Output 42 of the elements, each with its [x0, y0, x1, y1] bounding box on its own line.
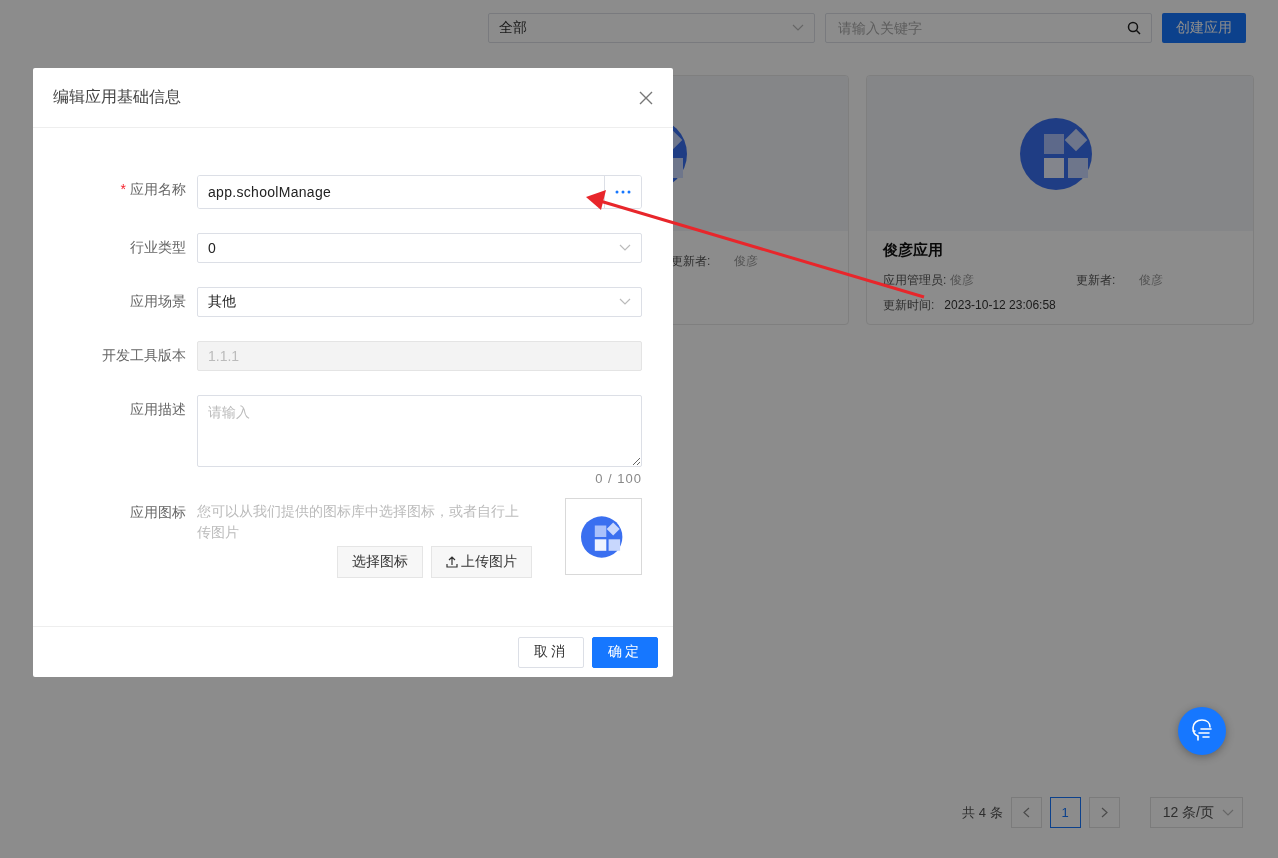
field-label: 应用图标	[130, 503, 186, 522]
field-label: 行业类型	[130, 238, 186, 257]
more-button[interactable]	[604, 176, 641, 208]
card-title: 俊彦应用	[883, 241, 944, 260]
head-icon	[1189, 718, 1215, 744]
update-time: 更新时间: 2023-10-12 23:06:58	[883, 297, 1057, 314]
choose-icon-button[interactable]: 选择图标	[337, 546, 423, 578]
confirm-button[interactable]: 确定	[592, 636, 658, 668]
field-label: 应用名称	[130, 180, 186, 199]
select-value: 全部	[499, 19, 527, 37]
required-mark: *	[120, 180, 126, 199]
updater-label: 更新者:	[671, 253, 712, 270]
select-value: 0	[208, 240, 216, 256]
select-field[interactable]: 其他	[197, 287, 642, 317]
field-label: 应用描述	[130, 400, 186, 419]
select-value: 其他	[208, 293, 236, 311]
chevron-right-icon	[1100, 807, 1108, 818]
char-counter: 0 / 100	[594, 471, 642, 486]
chevron-left-icon	[1022, 807, 1030, 818]
more-icon	[615, 190, 631, 194]
search-icon	[1127, 21, 1141, 35]
select-value: 12 条/页	[1162, 803, 1214, 822]
select-field[interactable]: 0	[197, 233, 642, 263]
field-label: 开发工具版本	[102, 346, 186, 365]
chevron-down-icon	[619, 244, 631, 252]
cancel-button[interactable]: 取消	[518, 636, 584, 668]
chevron-down-icon	[792, 24, 804, 32]
field-label: 应用场景	[130, 292, 186, 311]
description-field[interactable]: 请输入	[197, 395, 642, 467]
close-icon	[639, 90, 653, 105]
chevron-down-icon	[1222, 808, 1234, 817]
page-size-select[interactable]: 12 条/页	[1149, 797, 1243, 828]
total-count: 共 4 条	[962, 803, 1003, 822]
chevron-down-icon	[619, 298, 631, 306]
close-button[interactable]	[639, 90, 653, 105]
upload-button[interactable]: 上传图片	[431, 546, 532, 578]
dialog-title: 编辑应用基础信息	[53, 87, 181, 107]
assistant-button[interactable]	[1178, 707, 1226, 755]
filter-select[interactable]: 全部	[488, 13, 815, 43]
updater-label: 更新者:	[1076, 272, 1117, 289]
upload-icon	[446, 556, 458, 568]
field-value: 1.1.1	[208, 348, 240, 364]
